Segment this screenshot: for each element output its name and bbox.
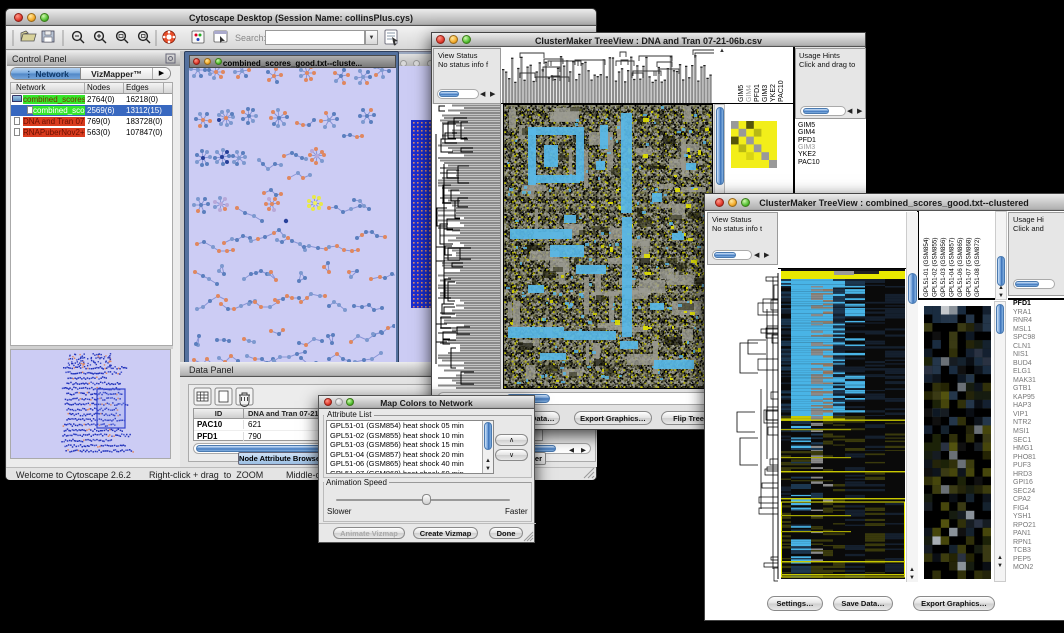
svg-text:GPL51-04 (GSM857): GPL51-04 (GSM857) [949, 238, 956, 298]
svg-text:GIM3: GIM3 [762, 85, 769, 102]
svg-text:GPL51-02 (GSM855): GPL51-02 (GSM855) [932, 238, 939, 298]
svg-text:GIM5: GIM5 [738, 85, 745, 102]
svg-text:GPL51-08 (GSM872): GPL51-08 (GSM872) [974, 238, 981, 298]
svg-text:PAC10: PAC10 [778, 80, 785, 102]
svg-text:GPL51-01 (GSM854): GPL51-01 (GSM854) [923, 238, 930, 298]
svg-text:GPL51-07 (GSM868): GPL51-07 (GSM868) [966, 238, 973, 298]
svg-text:GPL51-06 (GSM865): GPL51-06 (GSM865) [957, 238, 964, 298]
svg-text:GIM4: GIM4 [746, 85, 753, 102]
svg-text:PFD1: PFD1 [754, 84, 761, 102]
svg-text:GPL51-03 (GSM856): GPL51-03 (GSM856) [940, 238, 947, 298]
svg-text:YKE2: YKE2 [770, 84, 777, 102]
